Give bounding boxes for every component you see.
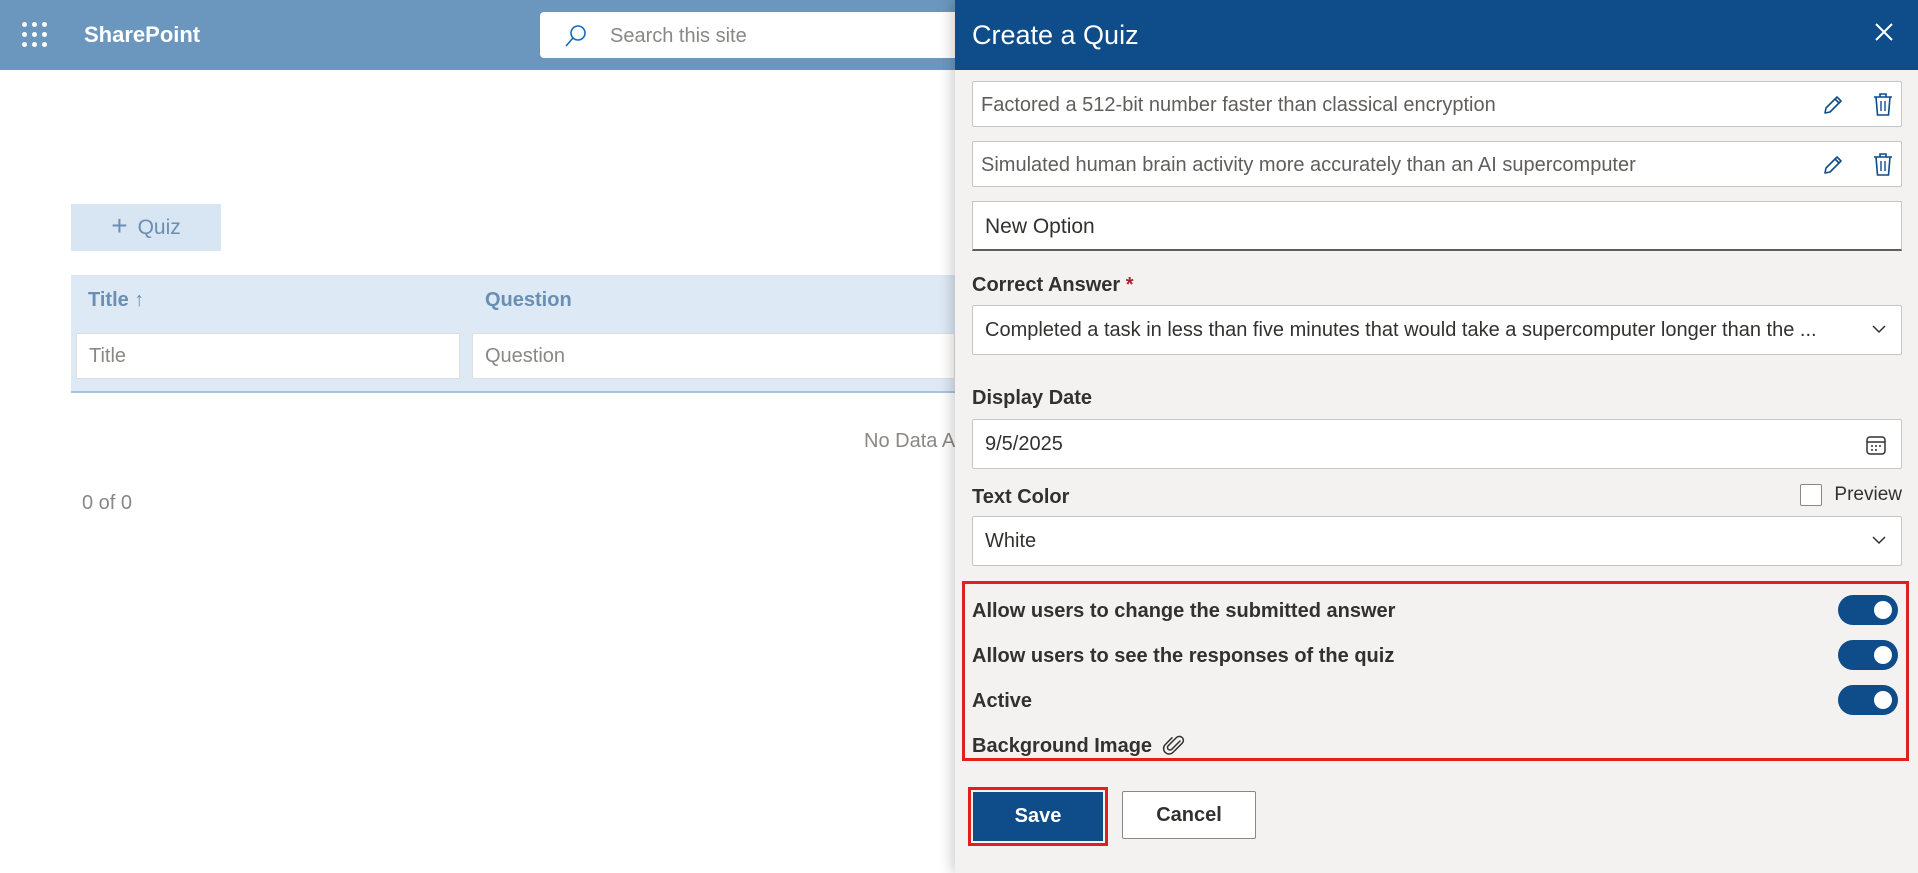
list-header: Title ↑ Question xyxy=(71,275,955,331)
option-row: Simulated human brain activity more accu… xyxy=(972,141,1902,187)
toggle-knob xyxy=(1874,691,1892,709)
filter-row: Title Question xyxy=(71,331,955,393)
text-color-value: White xyxy=(985,530,1037,552)
page-content xyxy=(0,70,955,873)
cancel-button[interactable]: Cancel xyxy=(1122,791,1256,839)
calendar-icon[interactable] xyxy=(1864,433,1888,457)
empty-message: No Data A xyxy=(864,430,956,452)
display-date-label: Display Date xyxy=(972,387,1093,409)
brand-name[interactable]: SharePoint xyxy=(84,22,200,48)
correct-answer-label-text: Correct Answer xyxy=(972,274,1121,296)
pager-text: 0 of 0 xyxy=(82,492,133,514)
correct-answer-value: Completed a task in less than five minut… xyxy=(985,319,1817,341)
toggle-knob xyxy=(1874,601,1892,619)
question-filter-input[interactable]: Question xyxy=(472,333,955,379)
text-color-dropdown[interactable]: White xyxy=(972,516,1902,566)
correct-answer-label: Correct Answer * xyxy=(972,274,1134,297)
search-box[interactable]: Search this site xyxy=(540,12,1020,58)
add-quiz-button[interactable]: + Quiz xyxy=(71,204,221,251)
option-row: Factored a 512-bit number faster than cl… xyxy=(972,81,1902,127)
active-toggle[interactable] xyxy=(1838,685,1898,715)
create-quiz-panel: Create a Quiz Factored a 512-bit number … xyxy=(955,0,1918,873)
toggle-label-see-responses: Allow users to see the responses of the … xyxy=(972,645,1395,667)
display-date-picker[interactable]: 9/5/2025 xyxy=(972,419,1902,469)
toggle-knob xyxy=(1874,646,1892,664)
pencil-icon[interactable] xyxy=(1821,93,1845,117)
chevron-down-icon xyxy=(1872,536,1886,545)
preview-label: Preview xyxy=(1834,484,1902,505)
required-mark: * xyxy=(1125,274,1134,296)
display-date-value: 9/5/2025 xyxy=(985,433,1063,455)
app-launcher-icon[interactable] xyxy=(22,22,48,48)
column-header-title[interactable]: Title ↑ xyxy=(88,289,144,312)
see-responses-toggle[interactable] xyxy=(1838,640,1898,670)
toggle-label-change-answer: Allow users to change the submitted answ… xyxy=(972,600,1396,622)
column-header-question[interactable]: Question xyxy=(485,289,572,312)
trash-icon[interactable] xyxy=(1871,92,1895,118)
close-icon[interactable] xyxy=(1870,18,1898,46)
preview-checkbox[interactable]: Preview xyxy=(1800,484,1902,506)
chevron-down-icon xyxy=(1872,325,1886,334)
new-option-input[interactable]: New Option xyxy=(972,201,1902,251)
change-answer-toggle[interactable] xyxy=(1838,595,1898,625)
trash-icon[interactable] xyxy=(1871,152,1895,178)
search-icon xyxy=(565,25,586,47)
title-filter-input[interactable]: Title xyxy=(76,333,460,379)
add-quiz-label: Quiz xyxy=(137,215,181,239)
plus-icon: + xyxy=(111,210,128,241)
checkbox-box[interactable] xyxy=(1800,484,1823,506)
pencil-icon[interactable] xyxy=(1821,153,1845,177)
paperclip-icon[interactable] xyxy=(1162,733,1186,757)
search-input[interactable]: Search this site xyxy=(610,25,747,48)
toggle-label-active: Active xyxy=(972,690,1033,712)
panel-header: Create a Quiz xyxy=(955,0,1918,70)
text-color-label: Text Color xyxy=(972,486,1070,508)
background-image-label: Background Image xyxy=(972,735,1153,757)
correct-answer-dropdown[interactable]: Completed a task in less than five minut… xyxy=(972,305,1902,355)
option-text: Factored a 512-bit number faster than cl… xyxy=(981,94,1496,116)
option-text: Simulated human brain activity more accu… xyxy=(981,154,1636,176)
panel-title: Create a Quiz xyxy=(972,20,1139,50)
save-button[interactable]: Save xyxy=(973,792,1103,841)
